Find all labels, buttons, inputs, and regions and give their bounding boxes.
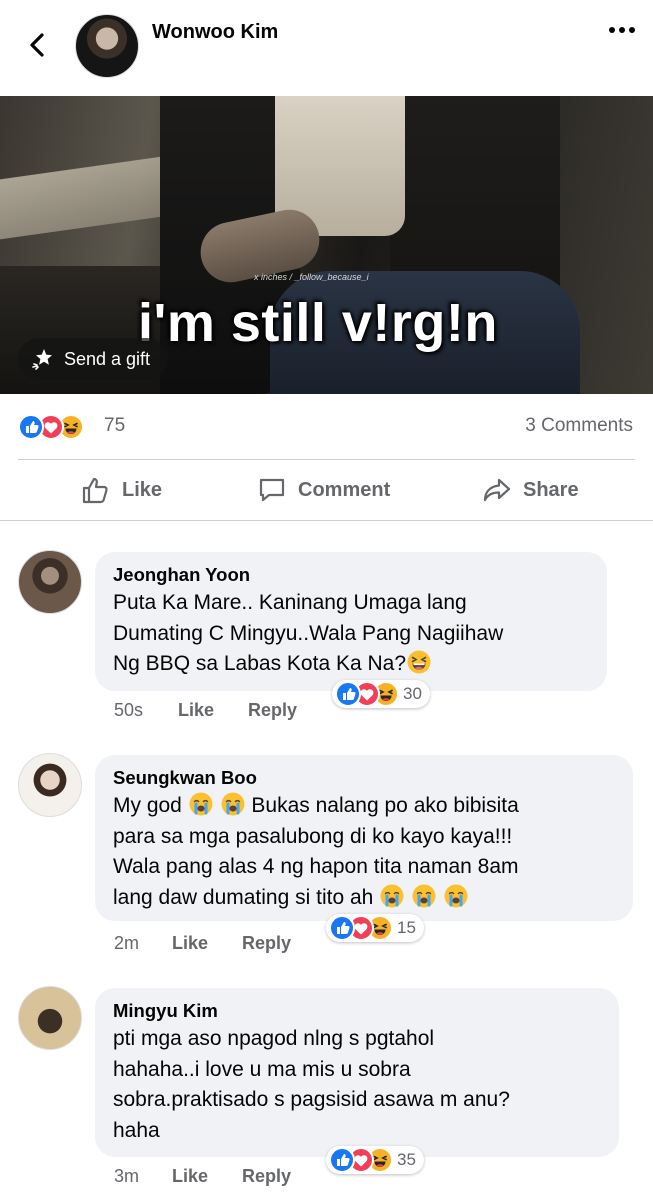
crying-emoji-icon: [188, 791, 214, 817]
profile-avatar[interactable]: [75, 14, 139, 78]
comment-reply-button[interactable]: Reply: [242, 1166, 291, 1187]
crying-emoji-icon: [443, 883, 469, 909]
divider: [18, 459, 635, 460]
send-gift-label: Send a gift: [64, 348, 151, 369]
reaction-icons: [329, 1147, 393, 1173]
divider: [0, 520, 653, 521]
reaction-count[interactable]: 75: [104, 415, 125, 437]
commenter-name[interactable]: Mingyu Kim: [113, 998, 601, 1024]
crying-emoji-icon: [411, 883, 437, 909]
comment-bubble: Mingyu Kim pti mga aso npagod nlng s pgt…: [95, 988, 619, 1157]
comment-reaction-count: 35: [397, 1150, 416, 1169]
back-button[interactable]: [22, 30, 52, 60]
reaction-icons: [329, 915, 393, 941]
comment-reaction-count: 30: [403, 684, 422, 703]
comment-time: 50s: [114, 700, 144, 720]
share-arrow-icon: [483, 478, 511, 502]
laughing-emoji-icon: [406, 649, 432, 675]
reaction-icons[interactable]: [18, 414, 102, 440]
send-gift-button[interactable]: Send a gift: [18, 338, 169, 380]
like-label: Like: [122, 478, 163, 501]
photo-caption: i'm still v!rg!n: [138, 293, 498, 353]
comment-bubble: Seungkwan Boo My god Bukas nalang po ako…: [95, 755, 633, 921]
comments-count[interactable]: 3 Comments: [525, 415, 633, 437]
comment-button[interactable]: Comment: [256, 474, 390, 506]
commenter-avatar[interactable]: [18, 986, 82, 1050]
gift-sparkle-icon: [32, 349, 52, 370]
share-button[interactable]: Share: [481, 474, 579, 506]
comment-like-button[interactable]: Like: [178, 700, 214, 721]
comment-bubble-icon: [259, 478, 285, 502]
commenter-avatar[interactable]: [18, 550, 82, 614]
photo-watermark: x inches / _follow_because_i: [254, 272, 369, 282]
like-reaction-icon: [18, 414, 44, 440]
comment-label: Comment: [298, 478, 391, 501]
more-dots-icon: [609, 27, 635, 33]
share-label: Share: [523, 478, 579, 501]
comment-text: My god Bukas nalang po ako bibisita para…: [113, 791, 615, 913]
reaction-icons: [335, 681, 399, 707]
comment-reaction-count: 15: [397, 918, 416, 937]
comment-reactions[interactable]: 30: [332, 680, 430, 708]
comment-text: pti mga aso npagod nlng s pgtahol hahaha…: [113, 1027, 510, 1142]
profile-name[interactable]: Wonwoo Kim: [152, 21, 278, 44]
crying-emoji-icon: [379, 883, 405, 909]
post-photo[interactable]: x inches / _follow_because_i i'm still v…: [0, 96, 653, 394]
comment-reply-button[interactable]: Reply: [248, 700, 297, 721]
comment-time: 2m: [114, 933, 140, 953]
comment-time: 3m: [114, 1166, 140, 1186]
chevron-left-icon: [30, 33, 44, 57]
comment-reply-button[interactable]: Reply: [242, 933, 291, 954]
commenter-name[interactable]: Jeonghan Yoon: [113, 562, 589, 588]
comment-text: Puta Ka Mare.. Kaninang Umaga lang Dumat…: [113, 591, 504, 675]
like-button[interactable]: Like: [80, 474, 162, 506]
comment-like-button[interactable]: Like: [172, 1166, 208, 1187]
comment-like-button[interactable]: Like: [172, 933, 208, 954]
commenter-name[interactable]: Seungkwan Boo: [113, 765, 615, 791]
crying-emoji-icon: [220, 791, 246, 817]
comment-reactions[interactable]: 15: [326, 914, 424, 942]
commenter-avatar[interactable]: [18, 753, 82, 817]
comment-bubble: Jeonghan Yoon Puta Ka Mare.. Kaninang Um…: [95, 552, 607, 691]
comment-reactions[interactable]: 35: [326, 1146, 424, 1174]
more-options-button[interactable]: [607, 20, 637, 44]
thumbs-up-icon: [82, 477, 108, 504]
